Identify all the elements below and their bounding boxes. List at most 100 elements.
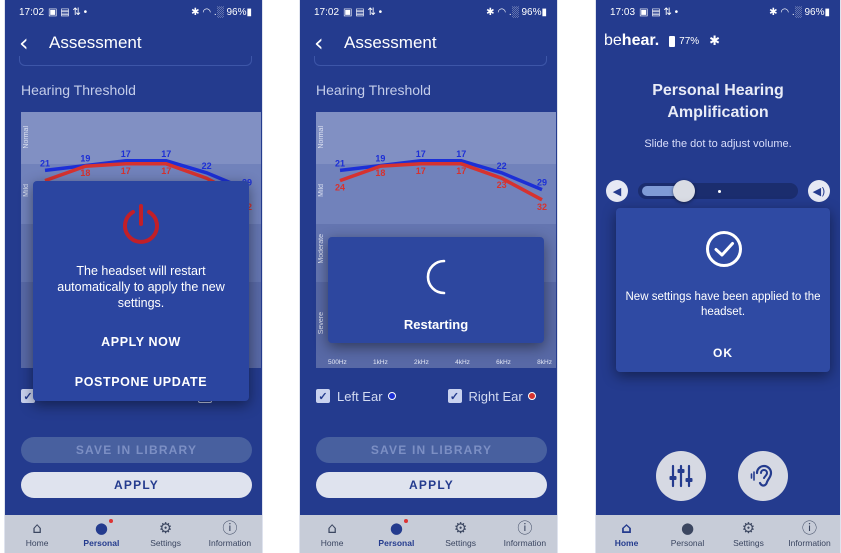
- restarting-dialog: Restarting: [328, 237, 544, 343]
- gear-icon: ⚙: [453, 519, 468, 537]
- brand-bar: behear. 77% ✱: [604, 32, 720, 50]
- status-system-icons: ✱ ◠ .░ 96%▮: [769, 6, 830, 18]
- status-notification-icons: ▣ ▤ ⇅ •: [639, 6, 679, 18]
- info-icon: ⓘ: [222, 519, 238, 537]
- data-label: 17: [456, 166, 466, 176]
- nav-personal-label: Personal: [83, 538, 120, 548]
- battery-level: 77%: [679, 35, 700, 47]
- back-arrow-icon[interactable]: ‹: [314, 31, 340, 55]
- data-label: 32: [537, 202, 547, 212]
- nav-personal-label: Personal: [378, 538, 415, 548]
- home-icon: ⌂: [621, 519, 632, 537]
- tick-label: 8kHz: [537, 359, 552, 366]
- person-icon: ●: [95, 519, 113, 538]
- nav-home[interactable]: ⌂ Home: [300, 515, 364, 553]
- apply-button[interactable]: APPLY: [316, 472, 547, 498]
- nav-information[interactable]: ⓘ Information: [198, 515, 262, 553]
- headset-battery: 77%: [669, 35, 700, 47]
- save-in-library-button[interactable]: SAVE IN LIBRARY: [21, 437, 252, 463]
- home-icon: ⌂: [327, 519, 337, 537]
- nav-settings[interactable]: ⚙ Settings: [134, 515, 198, 553]
- left-ear-checkbox[interactable]: ✓: [316, 389, 330, 403]
- spinner-icon: [426, 259, 446, 295]
- volume-midpoint-marker: [718, 190, 721, 193]
- phone-screen-amplification: 17:03 ▣ ▤ ⇅ • ✱ ◠ .░ 96%▮ behear. 77% ✱ P…: [595, 0, 841, 553]
- data-label: 23: [497, 180, 507, 190]
- power-icon: [123, 204, 159, 244]
- info-icon: ⓘ: [801, 519, 817, 537]
- ok-button[interactable]: OK: [616, 346, 830, 360]
- person-icon: ●: [680, 519, 695, 537]
- equalizer-icon: [669, 464, 693, 488]
- data-label: 18: [375, 168, 385, 178]
- status-system-icons: ✱ ◠ .░ 96%▮: [191, 6, 252, 18]
- tick-label: 4kHz: [455, 359, 470, 366]
- right-ear-label: Right Ear: [468, 388, 523, 404]
- data-label: 24: [335, 183, 345, 193]
- tick-label: 500Hz: [328, 359, 347, 366]
- nav-information[interactable]: ⓘ Information: [779, 515, 840, 553]
- status-bar: 17:02 ▣ ▤ ⇅ • ✱ ◠ .░ 96%▮: [300, 0, 557, 24]
- apply-button[interactable]: APPLY: [21, 472, 252, 498]
- back-arrow-icon[interactable]: ‹: [19, 31, 45, 55]
- nav-home-label: Home: [25, 538, 49, 548]
- status-bar: 17:03 ▣ ▤ ⇅ • ✱ ◠ .░ 96%▮: [596, 0, 840, 24]
- data-label: 21: [40, 158, 50, 168]
- data-label: 17: [121, 149, 131, 159]
- data-label: 17: [416, 166, 426, 176]
- right-ear-color-dot: [527, 392, 536, 400]
- data-label: 18: [80, 168, 90, 178]
- volume-knob[interactable]: [672, 180, 695, 202]
- brand-logo: behear.: [604, 32, 660, 49]
- nav-personal[interactable]: ● Personal: [657, 515, 718, 553]
- tick-label: 1kHz: [373, 359, 388, 366]
- frequency-axis: 500Hz 1kHz 2kHz 4kHz 6kHz 8kHz: [328, 359, 552, 366]
- app-bar: ‹ Assessment: [5, 28, 262, 58]
- volume-control: ◀ ◀): [606, 180, 830, 202]
- apply-now-button[interactable]: APPLY NOW: [33, 335, 249, 349]
- right-ear-checkbox[interactable]: ✓: [447, 389, 462, 403]
- save-in-library-button[interactable]: SAVE IN LIBRARY: [316, 437, 547, 463]
- gear-icon: ⚙: [741, 519, 756, 537]
- battery-icon: [669, 35, 676, 47]
- nav-information-label: Information: [503, 538, 547, 548]
- page-title: Personal Hearing Amplification: [596, 80, 840, 124]
- gear-icon: ⚙: [158, 519, 173, 537]
- nav-home-label: Home: [320, 538, 344, 548]
- check-circle-icon: [706, 231, 742, 267]
- nav-personal[interactable]: ● Personal: [364, 515, 428, 553]
- status-notification-icons: ▣ ▤ ⇅ •: [343, 6, 383, 18]
- tick-label: 6kHz: [496, 359, 511, 366]
- data-label: 22: [497, 161, 507, 171]
- dialog-message: The headset will restart automatically t…: [57, 264, 225, 310]
- nav-settings[interactable]: ⚙ Settings: [429, 515, 493, 553]
- volume-up-icon[interactable]: ◀): [808, 180, 830, 202]
- nav-information[interactable]: ⓘ Information: [493, 515, 557, 553]
- nav-settings-label: Settings: [150, 538, 181, 548]
- postpone-update-button[interactable]: POSTPONE UPDATE: [33, 375, 249, 389]
- data-label: 19: [375, 154, 385, 164]
- nav-home[interactable]: ⌂ Home: [5, 515, 69, 553]
- status-system-icons: ✱ ◠ .░ 96%▮: [486, 6, 547, 18]
- bluetooth-icon: ✱: [709, 33, 721, 49]
- hearing-test-button[interactable]: [738, 451, 788, 501]
- nav-personal[interactable]: ● Personal: [69, 515, 133, 553]
- restart-dialog: The headset will restart automatically t…: [33, 181, 249, 401]
- page-title: Assessment: [49, 33, 142, 52]
- nav-settings[interactable]: ⚙ Settings: [718, 515, 779, 553]
- nav-home[interactable]: ⌂ Home: [596, 515, 657, 553]
- volume-slider[interactable]: [638, 180, 798, 202]
- series-line-right-ear: [339, 162, 543, 202]
- profile-field: [19, 56, 252, 66]
- ear-icon: [750, 464, 773, 487]
- nav-personal-label: Personal: [670, 538, 705, 548]
- info-icon: ⓘ: [517, 519, 533, 537]
- section-title: Hearing Threshold: [21, 82, 136, 98]
- app-bar: ‹ Assessment: [300, 28, 557, 58]
- equalizer-button[interactable]: [656, 451, 706, 501]
- status-time: 17:02: [19, 6, 45, 18]
- home-icon: ⌂: [32, 519, 42, 537]
- page-title: Assessment: [344, 33, 437, 52]
- status-time: 17:02: [314, 6, 340, 18]
- volume-down-icon[interactable]: ◀: [606, 180, 628, 202]
